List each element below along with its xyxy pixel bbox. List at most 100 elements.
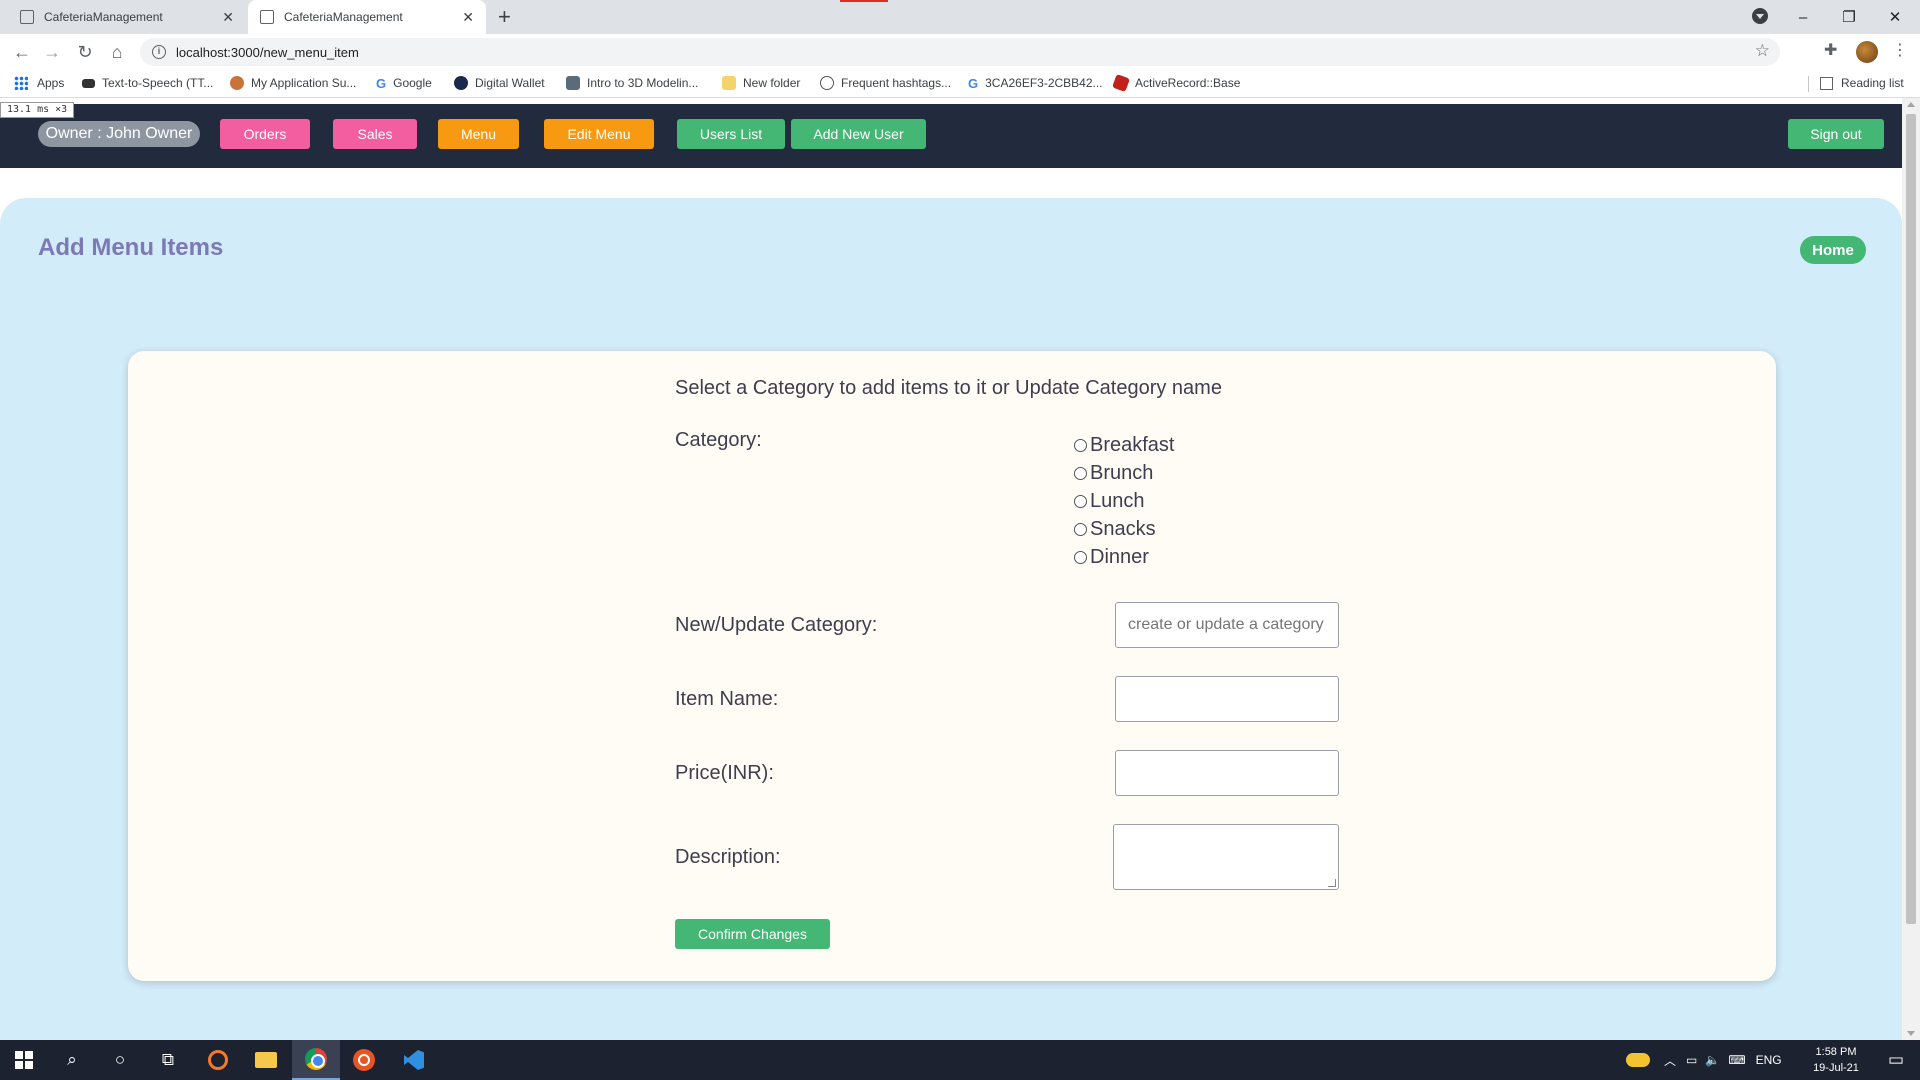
option-label: Snacks [1090, 517, 1156, 540]
item-name-input[interactable] [1115, 676, 1339, 722]
resize-grip-icon[interactable] [1328, 879, 1336, 887]
sales-button[interactable]: Sales [333, 119, 417, 149]
bookmark-item[interactable]: ActiveRecord::Base [1112, 74, 1240, 92]
bookmark-apps[interactable]: Apps [14, 76, 64, 90]
radio-button[interactable] [1074, 522, 1087, 536]
clock-time: 1:58 PM [1815, 1046, 1857, 1058]
add-new-user-button[interactable]: Add New User [791, 119, 926, 149]
top-navbar: Owner : John Owner Orders Sales Menu Edi… [0, 104, 1902, 168]
clock[interactable]: 1:58 PM 19-Jul-21 [1806, 1044, 1866, 1076]
menu-icon[interactable]: ⋮ [1892, 40, 1908, 60]
forward-icon[interactable]: → [40, 40, 64, 64]
language-indicator[interactable]: ENG [1756, 1053, 1782, 1067]
vscode-app[interactable] [390, 1040, 438, 1080]
price-label: Price(INR): [675, 762, 774, 784]
browser-tab-active[interactable]: CafeteriaManagement ✕ [248, 0, 486, 34]
page-scrollbar[interactable] [1902, 98, 1920, 1040]
keyboard-icon[interactable]: ⌨ [1728, 1053, 1745, 1067]
close-window-icon[interactable]: ✕ [1872, 8, 1918, 26]
weather-icon[interactable] [1626, 1053, 1650, 1067]
orders-button[interactable]: Orders [220, 119, 310, 149]
category-option-dinner[interactable]: Dinner [1074, 543, 1174, 571]
globe-icon [820, 76, 834, 90]
back-icon[interactable]: ← [10, 40, 34, 64]
category-option-brunch[interactable]: Brunch [1074, 459, 1174, 487]
file-explorer-app[interactable] [242, 1040, 290, 1080]
bookmark-label: Text-to-Speech (TT... [102, 76, 214, 90]
category-option-breakfast[interactable]: Breakfast [1074, 431, 1174, 459]
reading-list-icon [1820, 76, 1833, 90]
confirm-changes-button[interactable]: Confirm Changes [675, 919, 830, 949]
bookmark-label: Apps [37, 76, 65, 90]
radio-button[interactable] [1074, 438, 1087, 452]
option-label: Lunch [1090, 489, 1145, 512]
notifications-icon[interactable]: ▭ [1872, 1040, 1920, 1080]
ruby-icon [1112, 74, 1130, 92]
start-button[interactable] [0, 1040, 48, 1080]
apps-grid-icon [14, 76, 28, 90]
price-input[interactable] [1115, 750, 1339, 796]
bookmark-item[interactable]: G 3CA26EF3-2CBB42... [968, 76, 1103, 91]
page-title: Add Menu Items [38, 234, 224, 261]
bookmark-item[interactable]: Frequent hashtags... [820, 76, 951, 90]
owner-badge: Owner : John Owner [38, 121, 200, 147]
close-tab-icon[interactable]: ✕ [462, 9, 474, 26]
bookmark-item[interactable]: New folder [722, 76, 800, 90]
vscode-icon [404, 1050, 424, 1070]
window-controls: – ❐ ✕ [1780, 0, 1918, 34]
close-tab-icon[interactable]: ✕ [222, 9, 234, 26]
minimize-icon[interactable]: – [1780, 9, 1826, 26]
volume-icon[interactable]: 🔈 [1705, 1053, 1720, 1067]
scroll-up-icon[interactable] [1907, 102, 1915, 107]
description-textarea[interactable] [1113, 824, 1339, 890]
category-option-lunch[interactable]: Lunch [1074, 487, 1174, 515]
menu-button[interactable]: Menu [438, 119, 519, 149]
bookmark-item[interactable]: Text-to-Speech (TT... [82, 76, 213, 90]
bookmark-item[interactable]: My Application Su... [230, 76, 356, 90]
chrome-app[interactable] [292, 1040, 340, 1080]
image-icon [566, 76, 580, 90]
recording-indicator [840, 0, 888, 2]
network-icon[interactable]: ▭ [1686, 1053, 1697, 1067]
bookmark-item[interactable]: G Google [376, 76, 432, 91]
perf-badge: 13.1 ms ×3 [0, 102, 75, 118]
cortana-icon[interactable]: ○ [96, 1040, 144, 1080]
home-button[interactable]: Home [1800, 236, 1866, 264]
radio-button[interactable] [1074, 494, 1087, 508]
speech-icon [82, 78, 95, 88]
option-label: Dinner [1090, 545, 1149, 568]
reading-list-button[interactable]: Reading list [1820, 76, 1904, 90]
bookmark-label: Digital Wallet [475, 76, 545, 90]
radio-button[interactable] [1074, 466, 1087, 480]
info-icon[interactable]: i [152, 45, 166, 59]
page-icon [20, 10, 34, 24]
bookmark-item[interactable]: Intro to 3D Modelin... [566, 76, 698, 90]
blender-app[interactable] [194, 1040, 242, 1080]
bookmark-item[interactable]: Digital Wallet [454, 76, 545, 90]
restore-icon[interactable]: ❐ [1826, 8, 1872, 26]
home-icon[interactable]: ⌂ [105, 40, 129, 64]
new-tab-icon[interactable]: + [498, 4, 511, 30]
tab-title: CafeteriaManagement [284, 10, 403, 24]
address-bar[interactable]: i localhost:3000/new_menu_item ☆ [140, 38, 1780, 66]
users-list-button[interactable]: Users List [677, 119, 785, 149]
reload-icon[interactable]: ↻ [73, 40, 97, 64]
folder-icon [722, 76, 736, 90]
search-icon[interactable]: ⌕ [48, 1040, 96, 1080]
chevron-up-icon[interactable]: ︿ [1664, 1052, 1676, 1069]
scroll-down-icon[interactable] [1907, 1031, 1915, 1036]
category-option-snacks[interactable]: Snacks [1074, 515, 1174, 543]
scroll-thumb[interactable] [1906, 114, 1916, 924]
category-radio-group: Breakfast Brunch Lunch Snacks Dinner [1074, 431, 1174, 571]
tab-search-icon[interactable] [1752, 8, 1768, 24]
bookmark-star-icon[interactable]: ☆ [1755, 41, 1770, 61]
profile-avatar[interactable] [1856, 41, 1878, 63]
sign-out-button[interactable]: Sign out [1788, 119, 1884, 149]
edit-menu-button[interactable]: Edit Menu [544, 119, 654, 149]
extensions-icon[interactable]: ✚ [1824, 40, 1837, 60]
ubuntu-app[interactable] [340, 1040, 388, 1080]
new-category-input[interactable] [1115, 602, 1339, 648]
task-view-icon[interactable]: ⧉ [144, 1040, 192, 1080]
radio-button[interactable] [1074, 550, 1087, 564]
browser-tab[interactable]: CafeteriaManagement ✕ [8, 0, 246, 34]
